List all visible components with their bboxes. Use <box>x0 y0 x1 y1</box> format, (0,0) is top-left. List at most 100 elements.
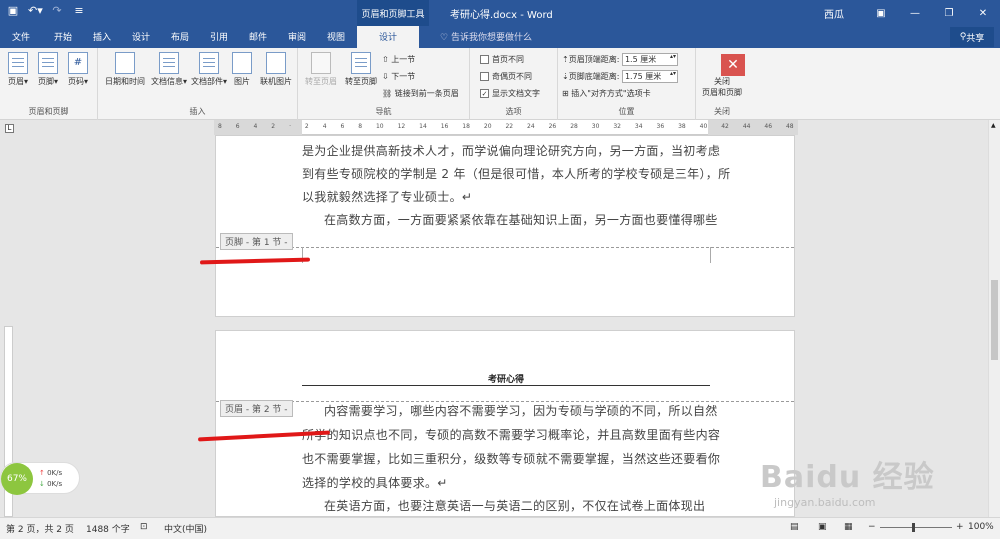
header-button[interactable]: 页眉▾ <box>6 52 30 87</box>
checkbox-box <box>480 55 489 64</box>
close-icon[interactable]: ✕ <box>966 8 1000 19</box>
footer-distance-icon: ⇣ <box>562 72 569 81</box>
tell-me-text: 告诉我你想要做什么 <box>450 33 532 43</box>
insert-align-tab-button[interactable]: ⊞ 插入"对齐方式"选项卡 <box>562 88 651 99</box>
tab-mailings[interactable]: 邮件 <box>249 30 267 43</box>
ruler-tick-label: · <box>289 123 291 130</box>
page-count[interactable]: 第 2 页，共 2 页 <box>6 522 74 535</box>
header-section-tag: 页眉 - 第 2 节 - <box>220 400 293 417</box>
odd-even-checkbox[interactable]: 奇偶页不同 <box>480 71 532 82</box>
network-speed-widget[interactable]: 67% ↑ 0K/s ↓ 0K/s <box>0 462 80 495</box>
web-layout-icon[interactable]: ▦ <box>844 522 853 532</box>
date-time-button[interactable]: 日期和时间 <box>102 52 148 87</box>
ruler-tick-label: 8 <box>358 123 363 130</box>
tab-hf-design[interactable]: 设计 <box>357 26 420 48</box>
close-header-footer-button[interactable]: ✕ <box>721 54 745 76</box>
minimize-icon[interactable]: — <box>898 8 932 19</box>
undo-icon[interactable]: ↶▾ <box>28 4 43 17</box>
tab-view[interactable]: 视图 <box>327 30 345 43</box>
tab-references[interactable]: 引用 <box>210 30 228 43</box>
insert-align-tab-label: 插入"对齐方式"选项卡 <box>571 89 651 98</box>
body-line: 以我就毅然选择了专业硕士。↵ <box>302 190 473 204</box>
vertical-ruler-area: L <box>0 120 16 517</box>
tab-selector-icon[interactable]: L <box>5 124 14 133</box>
page-2[interactable]: 考研心得 页眉 - 第 2 节 - 内容需要学习，哪些内容不需要学习，因为专硕与… <box>215 330 795 517</box>
body-line: 所学的知识点也不同，专硕的高数不需要学习概率论，并且高数里面有些内容 <box>302 428 721 442</box>
ruler-numbers: 8 6 4 2 · 2 4 6 8 10 12 14 16 18 20 22 24 26 28 30 32 34 36 38 4… <box>214 123 798 130</box>
tab-design[interactable]: 设计 <box>132 30 150 43</box>
language-indicator[interactable]: 中文(中国) <box>164 522 207 535</box>
horizontal-ruler[interactable]: 8 6 4 2 · 2 4 6 8 10 12 14 16 18 20 22 24 26 28 30 32 34 36 38 4… <box>214 120 798 135</box>
online-picture-label: 联机图片 <box>260 77 292 86</box>
group-label-close: 关闭 <box>714 107 730 116</box>
online-picture-button[interactable]: 联机图片 <box>256 52 296 87</box>
ruler-tick-label: 4 <box>322 123 327 130</box>
calendar-icon <box>115 52 135 74</box>
scroll-up-icon[interactable]: ▲ <box>991 122 996 129</box>
print-layout-icon[interactable]: ▣ <box>818 522 827 532</box>
align-tab-icon: ⊞ <box>562 89 572 98</box>
header-underline <box>302 385 710 386</box>
previous-section-label: 上一节 <box>391 55 416 64</box>
zoom-level[interactable]: 100% <box>968 522 994 532</box>
picture-button[interactable]: 图片 <box>230 52 254 87</box>
goto-footer-button[interactable]: 转至页脚 <box>342 52 380 87</box>
ribbon-display-icon[interactable]: ▣ <box>864 8 898 19</box>
redo-icon[interactable]: ↷ <box>50 4 64 17</box>
doc-info-button[interactable]: 文档信息▾ <box>150 52 188 87</box>
page-number-button[interactable]: # 页码▾ <box>66 52 90 87</box>
quick-parts-icon <box>199 52 219 74</box>
ruler-tick-label: 6 <box>235 123 240 130</box>
footer-icon <box>38 52 58 74</box>
read-mode-icon[interactable]: ▤ <box>790 522 799 532</box>
tab-file[interactable]: 文件 <box>12 30 30 43</box>
ribbon-tabs: 文件 开始 插入 设计 布局 引用 邮件 审阅 视图 设计 ♡ 告诉我你想要做什… <box>0 26 1000 48</box>
previous-section-button[interactable]: ⇧ 上一节 <box>382 54 415 65</box>
download-rate-value: 0K/s <box>47 480 63 488</box>
goto-footer-icon <box>351 52 371 74</box>
document-title: 考研心得.docx - Word <box>450 10 553 21</box>
scrollbar-thumb[interactable] <box>991 280 998 360</box>
ruler-tick-label: 14 <box>419 123 427 130</box>
footer-distance-input[interactable]: 1.75 厘米 <box>621 70 678 83</box>
online-picture-icon <box>266 52 286 74</box>
footer-button[interactable]: 页脚▾ <box>36 52 60 87</box>
zoom-slider[interactable] <box>880 523 952 532</box>
link-previous-button[interactable]: ⛓ 链接到前一条页眉 <box>382 88 459 99</box>
customize-icon[interactable]: ≡ <box>72 4 86 17</box>
doc-info-label: 文档信息 <box>150 77 183 86</box>
footer-label: 页脚 <box>37 77 54 86</box>
user-name[interactable]: 西瓜 <box>804 6 864 21</box>
page-1[interactable]: 是为企业提供高新技术人才，而学说偏向理论研究方向，另一方面，当初考虑 到有些专硕… <box>215 135 795 317</box>
tab-review[interactable]: 审阅 <box>288 30 306 43</box>
tab-insert[interactable]: 插入 <box>93 30 111 43</box>
page-number-icon: # <box>68 52 88 74</box>
share-label: 共享 <box>966 33 985 44</box>
zoom-out-icon[interactable]: − <box>868 522 876 532</box>
goto-header-button[interactable]: 转至页眉 <box>302 52 340 87</box>
share-button[interactable]: ⚲ 共享 <box>950 27 994 47</box>
ruler-tick-label: 32 <box>613 123 621 130</box>
context-tool-label: 页眉和页脚工具 <box>357 0 429 26</box>
ruler-tick-label: 38 <box>678 123 686 130</box>
restore-icon[interactable]: ❐ <box>932 8 966 19</box>
download-rate: ↓ 0K/s <box>39 480 62 488</box>
show-doc-text-checkbox[interactable]: ✓ 显示文档文字 <box>480 88 540 99</box>
ruler-tick-label: 30 <box>591 123 600 130</box>
tell-me-search[interactable]: ♡ 告诉我你想要做什么 <box>440 30 532 43</box>
quick-parts-button[interactable]: 文档部件▾ <box>190 52 228 87</box>
ruler-tick-label: 2 <box>271 123 276 130</box>
tab-layout[interactable]: 布局 <box>171 30 189 43</box>
next-section-button[interactable]: ⇩ 下一节 <box>382 71 415 82</box>
word-count[interactable]: 1488 个字 <box>86 522 130 535</box>
proofing-icon[interactable]: ⊡ <box>140 522 148 532</box>
header-distance-input[interactable]: 1.5 厘米 <box>621 53 678 66</box>
title-bar: ▣ ↶▾ ↷ ≡ 页眉和页脚工具 考研心得.docx - Word 西瓜 ▣ —… <box>0 0 1000 26</box>
different-first-page-checkbox[interactable]: 首页不同 <box>480 54 524 65</box>
tab-home[interactable]: 开始 <box>54 30 72 43</box>
upload-arrow-icon: ↑ <box>39 469 48 477</box>
zoom-in-icon[interactable]: + <box>956 522 964 532</box>
save-icon[interactable]: ▣ <box>6 4 20 17</box>
group-position: ⇡页眉顶端距离: 1.5 厘米 ⇣页脚底端距离: 1.75 厘米 ⊞ 插入"对齐… <box>558 48 696 120</box>
header-title-text[interactable]: 考研心得 <box>488 372 524 385</box>
